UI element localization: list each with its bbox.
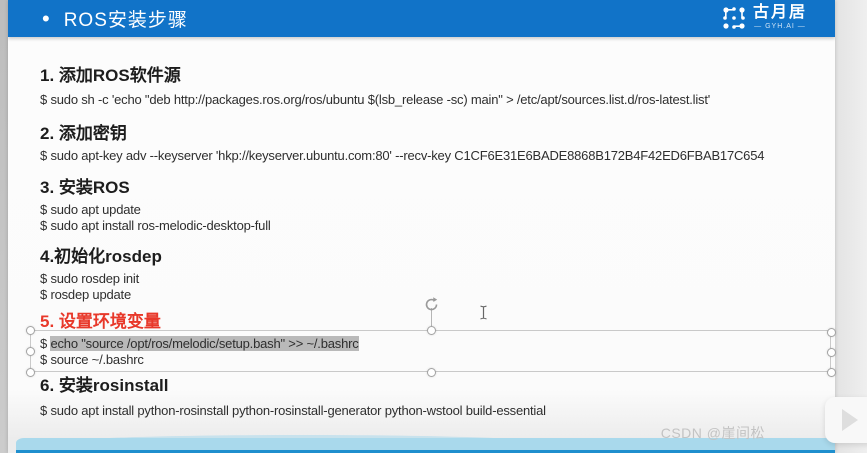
selection-handle-bottom-center[interactable] <box>427 368 436 377</box>
selection-handle-top-center[interactable] <box>427 326 436 335</box>
rotate-handle-icon[interactable] <box>423 296 440 313</box>
csdn-watermark: CSDN @崖间松 <box>660 425 765 441</box>
gyh-logo-text: 古月居 — GYH.AI — <box>753 4 807 31</box>
video-frame: • ROS安装步骤 古月居 — GYH.AI — 1. 添加ROS软件源 $ s… <box>0 0 867 453</box>
prompt: $ <box>40 202 51 217</box>
step-4-heading: 4.初始化rosdep <box>40 247 162 266</box>
gyh-logo-icon <box>723 6 745 29</box>
prompt: $ <box>40 271 51 286</box>
selection-handle-top-left[interactable] <box>26 326 35 335</box>
command-text: sudo rosdep init <box>50 271 140 286</box>
step-3-command-1: $ sudo apt update <box>40 202 835 218</box>
slide-title: ROS安装步骤 <box>63 10 188 31</box>
selection-handle-bottom-left[interactable] <box>26 368 35 377</box>
step-6-heading: 6. 安装rosinstall <box>40 376 169 395</box>
bullet-icon: • <box>42 6 50 31</box>
command-text: rosdep update <box>50 287 131 302</box>
prompt: $ <box>40 218 51 233</box>
step-6-command: $ sudo apt install python-rosinstall pyt… <box>40 403 835 419</box>
selection-handle-top-right[interactable] <box>827 328 836 337</box>
gyh-logo-subtitle: — GYH.AI — <box>754 23 806 30</box>
prompt: $ <box>40 287 51 302</box>
step-3-heading: 3. 安装ROS <box>40 178 130 197</box>
step-4-command-1: $ sudo rosdep init <box>40 271 835 287</box>
slide-header: • ROS安装步骤 古月居 — GYH.AI — <box>8 0 835 37</box>
prompt: $ <box>40 403 51 418</box>
command-text: sudo sh -c 'echo "deb http://packages.ro… <box>50 92 711 107</box>
textbox-selection-outline[interactable] <box>30 330 831 372</box>
command-text: sudo apt-key adv --keyserver 'hkp://keys… <box>50 148 765 163</box>
step-2-heading: 2. 添加密钥 <box>40 124 127 143</box>
play-button[interactable] <box>825 397 867 443</box>
gyh-logo: 古月居 — GYH.AI — <box>721 4 807 31</box>
prompt: $ <box>40 92 51 107</box>
command-text: sudo apt install ros-melodic-desktop-ful… <box>50 218 271 233</box>
command-text: sudo apt install python-rosinstall pytho… <box>50 403 546 418</box>
prompt: $ <box>40 148 51 163</box>
selection-handle-mid-left[interactable] <box>26 347 35 356</box>
selection-handle-mid-right[interactable] <box>827 348 836 357</box>
step-3-command-2: $ sudo apt install ros-melodic-desktop-f… <box>40 218 835 234</box>
right-gutter <box>835 0 867 453</box>
slide: • ROS安装步骤 古月居 — GYH.AI — 1. 添加ROS软件源 $ s… <box>8 0 835 453</box>
gyh-logo-name: 古月居 <box>752 4 807 21</box>
step-1-heading: 1. 添加ROS软件源 <box>40 66 181 85</box>
text-cursor-icon <box>480 305 487 320</box>
selection-handle-bottom-right[interactable] <box>827 368 836 377</box>
step-1-command: $ sudo sh -c 'echo "deb http://packages.… <box>40 92 835 108</box>
left-gutter <box>0 0 8 453</box>
command-text: sudo apt update <box>50 202 141 217</box>
step-2-command: $ sudo apt-key adv --keyserver 'hkp://ke… <box>40 148 835 164</box>
